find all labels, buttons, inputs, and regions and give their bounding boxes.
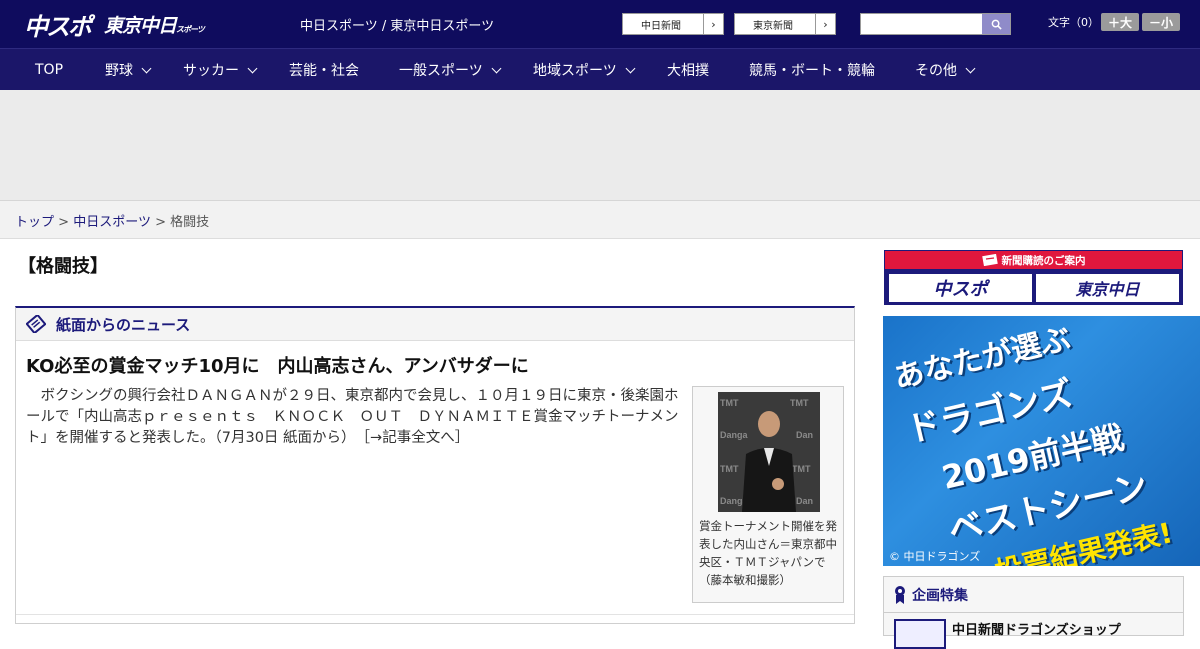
site-logo[interactable]: 中スポ 東京中日スポーツ [24, 8, 205, 41]
breadcrumb-section-link[interactable]: 中日スポーツ [73, 215, 151, 230]
nav-label: 競馬・ボート・競輪 [749, 63, 875, 79]
tokyo-shimbun-button[interactable]: 東京新聞 › [734, 13, 836, 35]
page-title: 【格闘技】 [18, 256, 108, 277]
article-photo[interactable]: TMT TMT Danga Dan TMT TMT Danga Dan [718, 392, 820, 512]
tokyo-shimbun-label: 東京新聞 [753, 20, 793, 32]
news-section-header: 紙面からのニュース [16, 308, 854, 341]
nav-label: 大相撲 [667, 63, 709, 79]
newspaper-icon [981, 254, 998, 266]
nav-item-entertainment[interactable]: 芸能・社会 [289, 49, 359, 91]
nav-label: TOP [35, 62, 64, 78]
nav-label: 野球 [105, 63, 133, 79]
search-form [860, 13, 1011, 35]
feature-header: 企画特集 [884, 577, 1183, 613]
news-section-footer [16, 614, 854, 624]
breadcrumb-separator: > [155, 215, 166, 230]
newspaper-icon [26, 315, 46, 333]
nav-label: 芸能・社会 [289, 63, 359, 79]
subscription-header[interactable]: 新聞購読のご案内 [885, 251, 1182, 269]
subscription-box: 新聞購読のご案内 中スポ 東京中日 [884, 250, 1183, 305]
logo-tokyo-chunichi: 東京中日スポーツ [104, 14, 205, 37]
dragons-vote-banner[interactable]: あなたが選ぶ ドラゴンズ 2019前半戦 ベストシーン 投票結果発表! © 中日… [883, 316, 1200, 566]
boxer-photo-illustration: TMT TMT Danga Dan TMT TMT Danga Dan [718, 392, 820, 512]
nav-item-soccer[interactable]: サッカー [183, 49, 258, 91]
chunichi-shimbun-label: 中日新聞 [641, 20, 681, 32]
chevron-right-icon: › [703, 14, 723, 34]
nav-label: サッカー [183, 63, 239, 79]
chevron-down-icon [625, 63, 636, 73]
font-size-decrease-button[interactable]: －小 [1142, 13, 1180, 31]
photo-caption: 賞金トーナメント開催を発表した内山さん＝東京都中央区・ＴＭＴジャパンで（藤本敏和… [699, 519, 837, 587]
font-size-label: 文字（0） [1048, 16, 1099, 29]
feature-title: 企画特集 [912, 587, 968, 604]
subscription-title: 新聞購読のご案内 [1001, 254, 1086, 267]
article-summary-text: ボクシングの興行会社ＤＡＮＧＡＮが２９日、東京都内で会見し、１０月１９日に東京・… [26, 388, 679, 446]
breadcrumb-separator: > [58, 215, 70, 230]
nav-label: その他 [915, 63, 957, 79]
chevron-right-icon: › [815, 14, 835, 34]
svg-text:TMT: TMT [720, 464, 739, 474]
chevron-down-icon [141, 63, 152, 73]
feature-item[interactable]: 中日新聞ドラゴンズショップ [894, 619, 1121, 649]
chevron-down-icon [247, 63, 258, 73]
read-full-article-link[interactable]: ［→記事全文へ］ [363, 430, 469, 446]
nav-item-other[interactable]: その他 [915, 49, 976, 91]
site-header: 中スポ 東京中日スポーツ 中日スポーツ / 東京中日スポーツ 中日新聞 › 東京… [0, 0, 1200, 48]
font-size-increase-button[interactable]: ＋大 [1101, 13, 1139, 31]
chevron-down-icon [491, 63, 502, 73]
subscribe-chuspo-button[interactable]: 中スポ [889, 274, 1032, 302]
chevron-down-icon [965, 63, 976, 73]
feature-thumbnail [894, 619, 946, 649]
svg-text:TMT: TMT [792, 464, 811, 474]
nav-item-local-sports[interactable]: 地域スポーツ [533, 49, 636, 91]
ribbon-medal-icon [895, 585, 905, 604]
svg-text:Danga: Danga [720, 430, 749, 440]
nav-label: 地域スポーツ [533, 63, 617, 79]
feature-item-label: 中日新聞ドラゴンズショップ [952, 623, 1121, 638]
svg-text:TMT: TMT [720, 398, 739, 408]
search-input[interactable] [861, 14, 982, 34]
search-button[interactable] [982, 14, 1010, 34]
article-headline-link[interactable]: KO必至の賞金マッチ10月に 内山高志さん、アンバサダーに [26, 352, 529, 378]
banner-copyright: © 中日ドラゴンズ [889, 550, 981, 563]
svg-text:Dan: Dan [796, 496, 813, 506]
svg-text:Dan: Dan [796, 430, 813, 440]
nav-item-racing[interactable]: 競馬・ボート・競輪 [749, 49, 875, 91]
nav-item-sumo[interactable]: 大相撲 [667, 49, 709, 91]
main-nav: TOP 野球 サッカー 芸能・社会 一般スポーツ 地域スポーツ 大相撲 競馬・ボ… [0, 48, 1200, 90]
search-icon [991, 19, 1002, 30]
nav-item-general-sports[interactable]: 一般スポーツ [399, 49, 502, 91]
article-summary: ボクシングの興行会社ＤＡＮＧＡＮが２９日、東京都内で会見し、１０月１９日に東京・… [26, 386, 686, 449]
nav-item-top[interactable]: TOP [35, 49, 63, 91]
article-photo-box: TMT TMT Danga Dan TMT TMT Danga Dan 賞金トーナメント… [692, 386, 844, 603]
logo-chuspo: 中スポ [24, 12, 92, 41]
news-section: 紙面からのニュース KO必至の賞金マッチ10月に 内山高志さん、アンバサダーに … [15, 306, 855, 624]
nav-label: 一般スポーツ [399, 63, 483, 79]
breadcrumb-top-link[interactable]: トップ [15, 215, 54, 230]
breadcrumb-current: 格闘技 [170, 215, 210, 230]
breadcrumb: トップ > 中日スポーツ > 格闘技 [15, 211, 209, 230]
subscribe-tokyo-chunichi-button[interactable]: 東京中日 [1036, 274, 1179, 302]
breadcrumb-bar: トップ > 中日スポーツ > 格闘技 [0, 201, 1200, 239]
news-section-title: 紙面からのニュース [56, 315, 191, 334]
chunichi-shimbun-button[interactable]: 中日新聞 › [622, 13, 724, 35]
site-title-link[interactable]: 中日スポーツ / 東京中日スポーツ [300, 15, 494, 34]
svg-text:TMT: TMT [790, 398, 809, 408]
nav-item-baseball[interactable]: 野球 [105, 49, 152, 91]
feature-box: 企画特集 中日新聞ドラゴンズショップ [883, 576, 1184, 649]
ad-placeholder [0, 90, 1200, 201]
